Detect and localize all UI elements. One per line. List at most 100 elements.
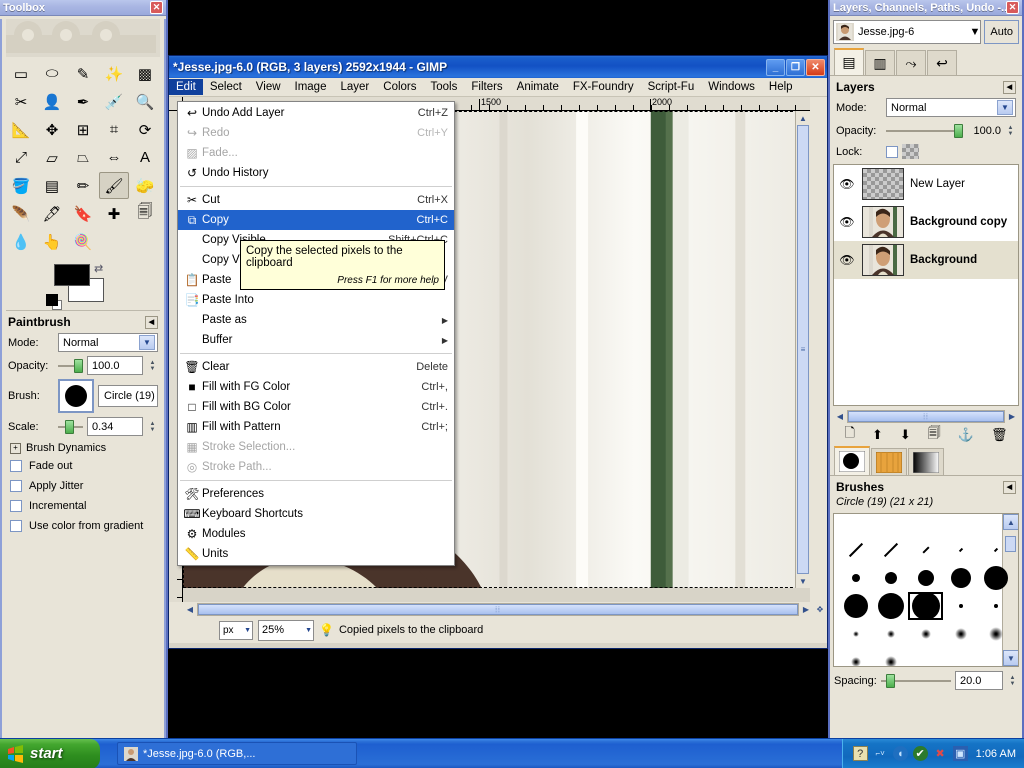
opacity-stepper[interactable]: ▲ ▼ bbox=[147, 356, 158, 375]
wilber-drop-area[interactable] bbox=[6, 19, 160, 57]
fuzzy-select-tool[interactable]: ✨ bbox=[99, 60, 129, 87]
close-icon[interactable]: ✕ bbox=[1006, 1, 1019, 14]
close-button[interactable]: ✕ bbox=[806, 58, 825, 76]
patterns-tab[interactable] bbox=[871, 448, 907, 475]
brush-cell[interactable] bbox=[873, 620, 908, 648]
shield-tray-icon[interactable]: ✔ bbox=[912, 746, 928, 761]
brush-cell[interactable] bbox=[838, 536, 873, 564]
menu-item-paste-as[interactable]: Paste as ▶ bbox=[178, 310, 454, 330]
anchor-layer-button[interactable]: ⚓ bbox=[958, 427, 974, 443]
minimize-button[interactable]: _ bbox=[766, 58, 785, 76]
menu-item-cut[interactable]: ✂ Cut Ctrl+X bbox=[178, 190, 454, 210]
crop-tool[interactable]: ⌗ bbox=[99, 116, 129, 143]
menu-help[interactable]: Help bbox=[762, 79, 800, 95]
brush-cell[interactable] bbox=[943, 620, 978, 648]
brush-cell[interactable] bbox=[978, 564, 1013, 592]
foreground-color-swatch[interactable] bbox=[54, 264, 90, 286]
brush-cell[interactable] bbox=[908, 648, 943, 666]
brush-cell[interactable] bbox=[908, 514, 943, 536]
eraser-tool[interactable]: 🧽 bbox=[130, 172, 160, 199]
slider-knob[interactable] bbox=[64, 419, 74, 434]
layer-thumbnail[interactable] bbox=[862, 244, 904, 276]
layer-row[interactable]: 👁 New Layer bbox=[834, 165, 1018, 203]
brushes-tab[interactable] bbox=[834, 446, 870, 475]
chevron-down-icon[interactable]: ▼ bbox=[305, 627, 312, 634]
option-use-color-from-gradient[interactable]: Use color from gradient bbox=[2, 516, 164, 536]
expand-tray-icon[interactable]: ⌐˅ bbox=[873, 746, 888, 761]
new-layer-button[interactable]: 🗋 bbox=[845, 424, 855, 446]
shear-tool[interactable]: ▱ bbox=[37, 144, 67, 171]
measure-tool[interactable]: 📐 bbox=[6, 116, 36, 143]
perspective-clone-tool[interactable]: 🗐 bbox=[130, 200, 160, 227]
eye-icon[interactable]: 👁 bbox=[838, 253, 856, 267]
foreground-select-tool[interactable]: 👤 bbox=[37, 88, 67, 115]
menu-item-preferences[interactable]: 🛠 Preferences bbox=[178, 484, 454, 504]
menu-item-undo-add-layer[interactable]: ↩ Undo Add Layer Ctrl+Z bbox=[178, 103, 454, 123]
blur-sharpen-tool[interactable]: 💧 bbox=[6, 228, 36, 255]
brush-cell[interactable] bbox=[943, 564, 978, 592]
zoom-tool[interactable]: 🔍 bbox=[130, 88, 160, 115]
taskbar-task-gimp[interactable]: *Jesse.jpg-6.0 (RGB,... bbox=[117, 742, 357, 765]
maximize-button[interactable]: ❐ bbox=[786, 58, 805, 76]
chevron-down-icon[interactable]: ▼ bbox=[139, 335, 155, 350]
scroll-left-icon[interactable]: ◀ bbox=[833, 410, 847, 424]
text-tool[interactable]: A bbox=[130, 144, 160, 171]
channels-tab[interactable]: ▥ bbox=[865, 50, 895, 75]
brush-cell[interactable] bbox=[873, 536, 908, 564]
chevron-down-icon[interactable]: ▼ bbox=[969, 26, 980, 38]
scale-slider[interactable] bbox=[58, 419, 83, 434]
layer-opacity-slider[interactable] bbox=[886, 123, 963, 138]
lock-alpha-icon[interactable] bbox=[902, 144, 919, 159]
brush-grid[interactable]: ▲ ▼ bbox=[833, 513, 1019, 667]
ink-tool[interactable]: 🖋 bbox=[37, 200, 67, 227]
menu-fx-foundry[interactable]: FX-Foundry bbox=[566, 79, 641, 95]
brush-cell[interactable] bbox=[873, 514, 908, 536]
scroll-thumb[interactable]: ⦙⦙ bbox=[198, 604, 798, 615]
gradients-tab[interactable] bbox=[908, 448, 944, 475]
layer-thumbnail[interactable] bbox=[862, 168, 904, 200]
checkbox[interactable] bbox=[10, 460, 22, 472]
layer-row[interactable]: 👁 Background bbox=[834, 241, 1018, 279]
menu-script-fu[interactable]: Script-Fu bbox=[641, 79, 702, 95]
brush-cell[interactable] bbox=[838, 620, 873, 648]
scroll-right-icon[interactable]: ▶ bbox=[799, 603, 813, 617]
menu-item-fill-with-pattern[interactable]: ▥ Fill with Pattern Ctrl+; bbox=[178, 417, 454, 437]
opacity-value[interactable]: 100.0 bbox=[87, 356, 143, 375]
paths-tab[interactable]: ⤳ bbox=[896, 50, 926, 75]
scroll-down-icon[interactable]: ▼ bbox=[796, 574, 810, 588]
brush-cell[interactable] bbox=[908, 620, 943, 648]
spacing-stepper[interactable]: ▲ ▼ bbox=[1007, 671, 1018, 690]
brush-dynamics-expander[interactable]: + Brush Dynamics bbox=[2, 438, 164, 456]
option-apply-jitter[interactable]: Apply Jitter bbox=[2, 476, 164, 496]
menu-item-keyboard-shortcuts[interactable]: ⌨ Keyboard Shortcuts bbox=[178, 504, 454, 524]
menu-image[interactable]: Image bbox=[288, 79, 334, 95]
menu-item-paste-into[interactable]: 📑 Paste Into bbox=[178, 290, 454, 310]
checkbox[interactable] bbox=[10, 500, 22, 512]
messenger-tray-icon[interactable]: ◖ bbox=[892, 746, 908, 761]
menu-item-copy[interactable]: ⧉ Copy Ctrl+C bbox=[178, 210, 454, 230]
collapse-arrow-icon[interactable]: ◀ bbox=[1003, 480, 1016, 494]
brush-cell[interactable] bbox=[943, 648, 978, 666]
slider-knob[interactable] bbox=[886, 673, 896, 688]
layers-tab[interactable]: ▤ bbox=[834, 48, 864, 75]
perspective-tool[interactable]: ⏢ bbox=[68, 144, 98, 171]
eye-icon[interactable]: 👁 bbox=[838, 177, 856, 191]
start-button[interactable]: start bbox=[0, 738, 100, 768]
plus-icon[interactable]: + bbox=[10, 442, 21, 454]
menu-item-buffer[interactable]: Buffer ▶ bbox=[178, 330, 454, 350]
mode-dropdown[interactable]: Normal ▼ bbox=[58, 333, 158, 352]
menu-animate[interactable]: Animate bbox=[510, 79, 566, 95]
paths-tool[interactable]: ✒ bbox=[68, 88, 98, 115]
slider-knob[interactable] bbox=[74, 358, 83, 373]
blend-gradient-tool[interactable]: ▤ bbox=[37, 172, 67, 199]
scroll-thumb[interactable]: ⦙⦙ bbox=[848, 411, 1004, 422]
move-tool[interactable]: ✥ bbox=[37, 116, 67, 143]
spacing-slider[interactable] bbox=[880, 673, 951, 688]
layer-mode-dropdown[interactable]: Normal ▼ bbox=[886, 98, 1016, 117]
menu-layer[interactable]: Layer bbox=[333, 79, 376, 95]
scissors-select-tool[interactable]: ✂ bbox=[6, 88, 36, 115]
menu-colors[interactable]: Colors bbox=[376, 79, 423, 95]
opacity-slider[interactable] bbox=[58, 358, 83, 373]
undo-history-tab[interactable]: ↩ bbox=[927, 50, 957, 75]
ellipse-select-tool[interactable]: ⬭ bbox=[37, 60, 67, 87]
